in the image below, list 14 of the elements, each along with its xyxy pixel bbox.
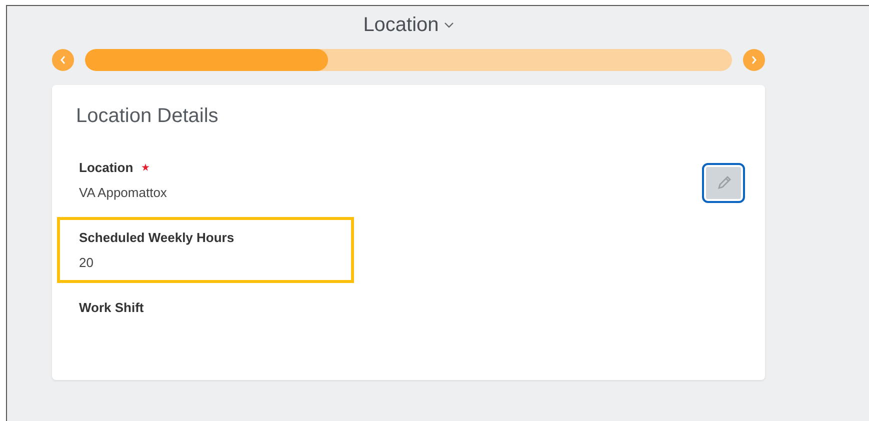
pencil-icon: [716, 175, 732, 191]
next-button[interactable]: [743, 49, 765, 71]
previous-button[interactable]: [52, 49, 74, 71]
field-label: Work Shift: [79, 300, 144, 315]
chevron-down-icon: [444, 22, 454, 28]
page-title-dropdown[interactable]: Location: [363, 13, 454, 37]
field-value: 20: [79, 255, 94, 270]
edit-button[interactable]: [702, 163, 745, 203]
chevron-left-icon: [59, 55, 67, 65]
field-label: Location: [79, 160, 134, 175]
field-value: VA Appomattox: [79, 185, 168, 200]
card-title: Location Details: [75, 105, 220, 129]
chevron-right-icon: [750, 55, 758, 65]
field-label: Scheduled Weekly Hours: [79, 230, 234, 245]
